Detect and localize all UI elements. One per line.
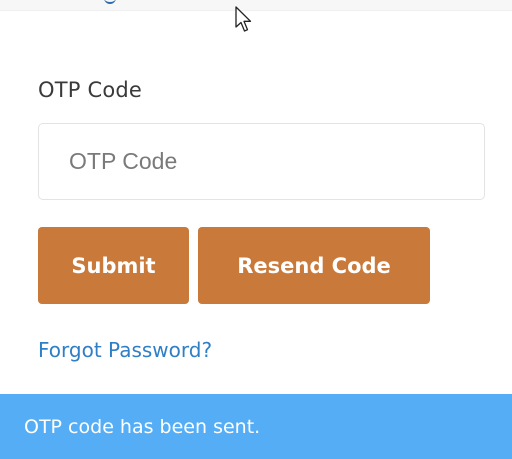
- mouse-pointer-icon: [235, 6, 252, 32]
- previous-section-edge: [0, 0, 512, 11]
- otp-code-input[interactable]: [38, 123, 485, 200]
- otp-field-label: OTP Code: [38, 78, 143, 102]
- otp-page: OTP Code Submit Resend Code Forgot Passw…: [0, 0, 512, 459]
- submit-button[interactable]: Submit: [38, 227, 189, 304]
- forgot-password-link[interactable]: Forgot Password?: [38, 338, 212, 362]
- otp-sent-alert: OTP code has been sent.: [0, 394, 512, 459]
- resend-code-button[interactable]: Resend Code: [198, 227, 430, 304]
- alert-message: OTP code has been sent.: [24, 415, 261, 438]
- clipped-text-fragment: [104, 0, 116, 4]
